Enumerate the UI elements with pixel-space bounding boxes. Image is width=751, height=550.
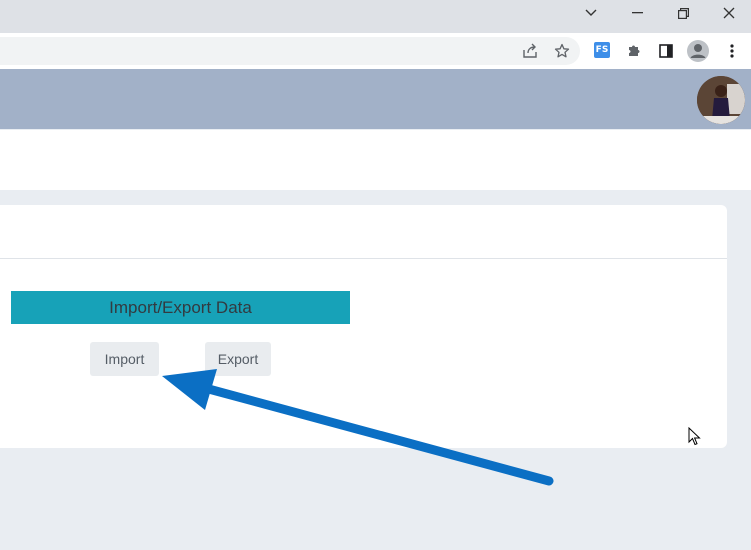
page-subheader [0,130,751,190]
fs-extension-icon[interactable]: FS [594,42,610,58]
restore-icon[interactable] [660,0,706,26]
export-button[interactable]: Export [205,342,271,376]
extensions-puzzle-icon[interactable] [623,40,645,62]
import-button[interactable]: Import [90,342,159,376]
mouse-cursor-icon [688,427,701,446]
avatar[interactable] [697,76,745,124]
import-export-title: Import/Export Data [11,291,350,324]
browser-toolbar: FS [0,33,751,69]
minimize-icon[interactable] [614,0,660,26]
browser-titlebar [0,0,751,33]
more-menu-icon[interactable] [721,40,743,62]
app-header [0,69,751,129]
share-icon[interactable] [519,40,541,62]
profile-icon[interactable] [687,40,709,62]
card-divider [0,258,727,259]
side-panel-icon[interactable] [655,40,677,62]
chevron-down-icon[interactable] [568,0,614,26]
address-bar[interactable] [0,37,580,65]
import-export-card: Import/Export Data Import Export [0,205,727,448]
close-icon[interactable] [706,0,751,26]
bookmark-star-icon[interactable] [551,40,573,62]
